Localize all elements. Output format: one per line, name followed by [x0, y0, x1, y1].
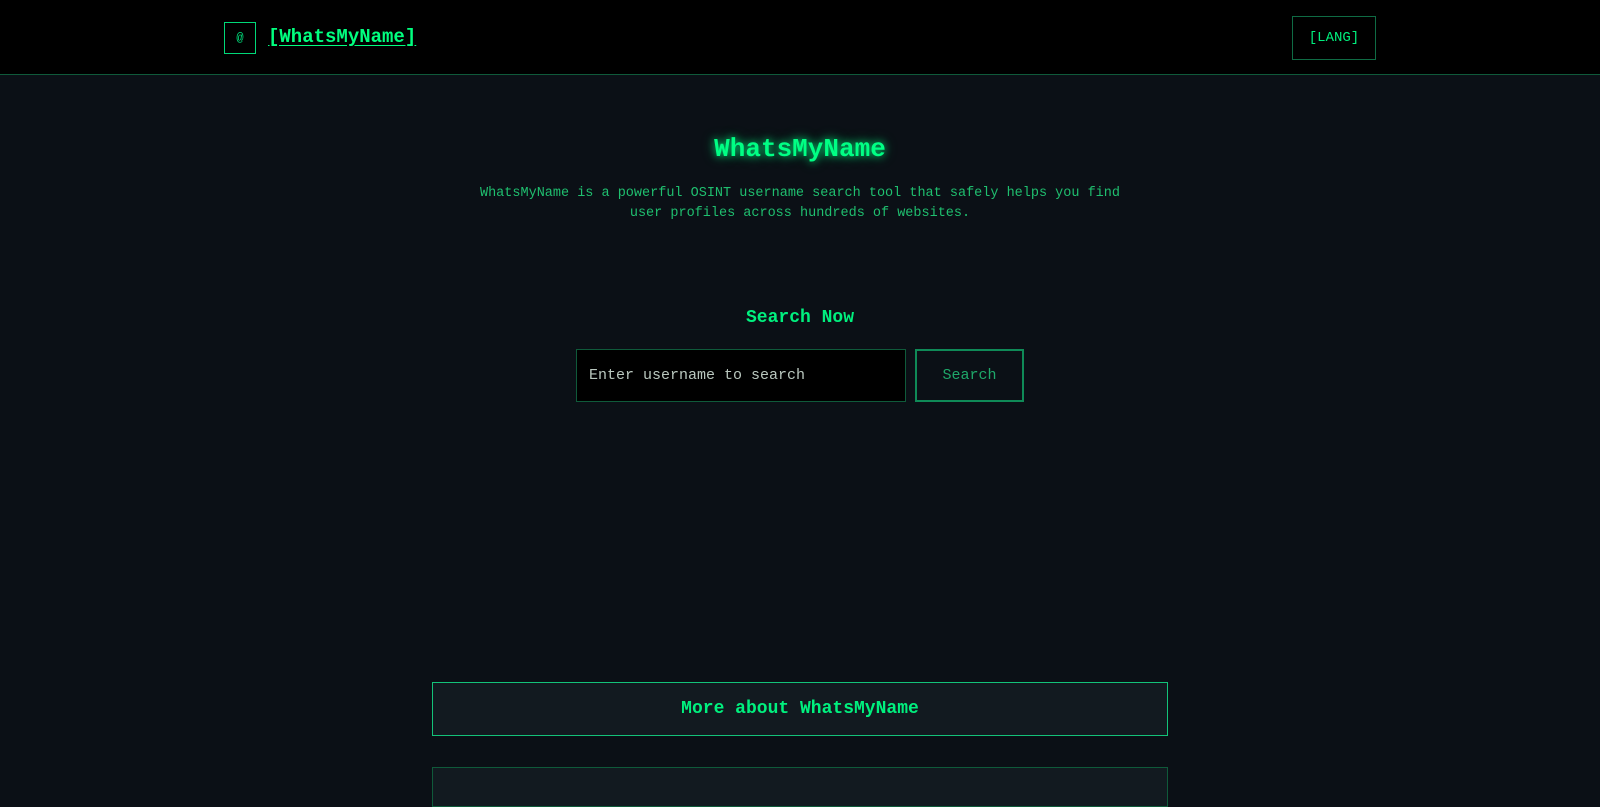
page-title: WhatsMyName	[714, 134, 886, 164]
at-sign-icon[interactable]: @	[224, 22, 256, 54]
hero-description: WhatsMyName is a powerful OSINT username…	[479, 186, 1120, 221]
next-section-panel	[432, 767, 1168, 807]
language-button[interactable]: [LANG]	[1292, 16, 1376, 60]
username-search-input[interactable]	[576, 349, 906, 402]
search-heading: Search Now	[745, 308, 855, 328]
top-navigation-bar: @ [WhatsMyName] [LANG]	[0, 0, 1600, 75]
brand-link[interactable]: [WhatsMyName]	[268, 24, 416, 50]
search-button[interactable]: Search	[915, 349, 1024, 402]
more-about-section-toggle[interactable]: More about WhatsMyName	[432, 682, 1168, 736]
